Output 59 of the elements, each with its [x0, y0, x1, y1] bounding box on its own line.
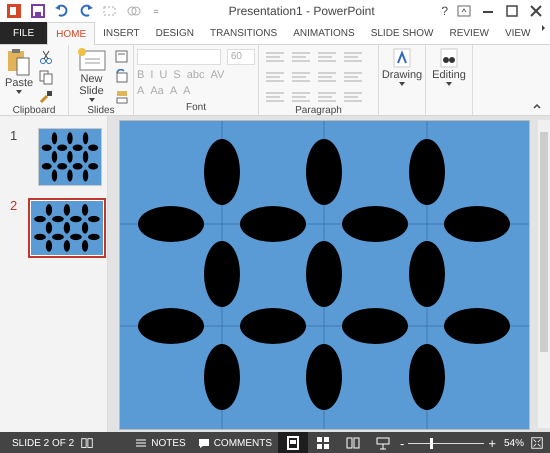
close-icon[interactable]	[528, 3, 544, 19]
caret-icon	[446, 81, 452, 87]
editing-button[interactable]: Editing	[429, 47, 469, 115]
zoom-in-button[interactable]: +	[486, 432, 498, 453]
group-label: Paragraph	[294, 105, 343, 118]
normal-view-icon	[285, 435, 302, 451]
section-icon[interactable]	[114, 89, 130, 105]
window-title: Presentation1 - PowerPoint	[228, 4, 376, 18]
slide-indicator: SLIDE 2 OF 2	[11, 436, 76, 450]
zoom-level[interactable]: 54%	[498, 432, 530, 453]
save-icon[interactable]	[30, 3, 46, 19]
new-slide-button[interactable]: New Slide	[72, 47, 111, 105]
spelling-icon[interactable]	[80, 436, 94, 450]
speech-bubble-icon	[198, 438, 210, 448]
font-name-field[interactable]	[137, 49, 221, 65]
slide-number: 1	[10, 128, 18, 143]
cut-icon[interactable]	[38, 49, 54, 65]
comments-button[interactable]: COMMENTS	[192, 432, 278, 453]
slide-thumbnail[interactable]	[28, 198, 106, 258]
ribbon-tab[interactable]: VIEW	[496, 22, 538, 44]
fit-to-window-icon[interactable]	[530, 436, 544, 450]
slide-sorter-icon	[315, 435, 332, 451]
zoom-slider-thumb[interactable]	[430, 438, 433, 448]
format-painter-icon[interactable]	[38, 89, 54, 105]
reading-view-icon	[345, 435, 362, 451]
reset-icon[interactable]	[114, 69, 130, 85]
ribbon-tab[interactable]: REVIEW	[441, 22, 497, 44]
zoom-out-button[interactable]: -	[398, 432, 406, 453]
slide-show-icon	[375, 435, 392, 451]
ribbon-tab[interactable]: DESIGN	[148, 22, 202, 44]
caret-icon	[16, 89, 22, 95]
maximize-icon[interactable]	[504, 3, 520, 19]
ribbon-tab[interactable]: TRANSITIONS	[202, 22, 286, 44]
layout-icon[interactable]	[114, 49, 130, 65]
ribbon-tab[interactable]: SLIDE SHOW	[362, 22, 442, 44]
caret-icon	[88, 97, 94, 103]
slide-number: 2	[10, 198, 18, 213]
group-label: Clipboard	[12, 105, 56, 118]
ribbon-tab[interactable]: HOME	[47, 22, 96, 45]
drawing-button[interactable]: Drawing	[382, 47, 422, 115]
notes-button[interactable]: NOTES	[129, 432, 192, 453]
slide-thumbnail[interactable]	[38, 128, 102, 186]
scrollbar[interactable]	[538, 120, 550, 428]
file-tab[interactable]: FILE	[0, 22, 48, 44]
caret-icon	[399, 81, 405, 87]
paste-button[interactable]: Paste	[3, 47, 36, 105]
ribbon-tab[interactable]: INSERT	[95, 22, 148, 44]
collapse-ribbon-icon[interactable]	[532, 101, 542, 111]
copy-icon[interactable]	[38, 69, 54, 85]
group-label: Slides	[86, 105, 116, 118]
notes-icon	[135, 438, 148, 448]
powerpoint-logo-icon[interactable]	[6, 3, 22, 19]
help-button[interactable]: ?	[441, 4, 448, 18]
ribbon-tab[interactable]: ANIMATIONS	[285, 22, 363, 44]
ribbon-display-icon[interactable]	[456, 3, 472, 19]
normal-view-button[interactable]	[278, 432, 308, 453]
group-label: Font	[184, 102, 207, 115]
undo-icon[interactable]	[54, 3, 70, 19]
redo-icon[interactable]	[78, 3, 94, 19]
